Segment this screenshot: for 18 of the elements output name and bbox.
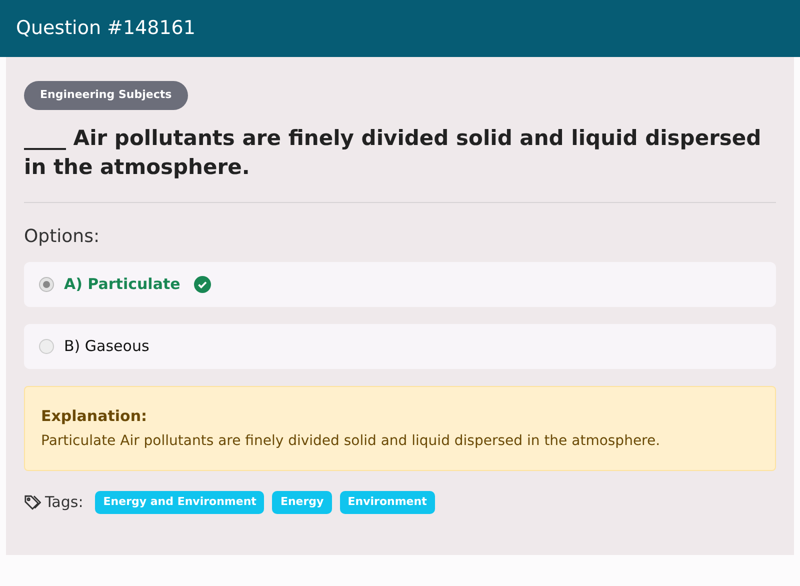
tag-link[interactable]: Energy and Environment <box>95 491 264 514</box>
radio-button[interactable] <box>39 276 54 292</box>
question-text: ____ Air pollutants are finely divided solid and liquid dispersed in the atmosphere. <box>24 124 762 180</box>
option-row[interactable]: B) Gaseous <box>24 324 776 368</box>
explanation-text: Particulate Air pollutants are finely divided solid and liquid dispersed in the atmosphere. <box>41 432 662 451</box>
tag-link[interactable]: Energy <box>272 491 332 514</box>
check-circle-icon <box>194 276 212 292</box>
explanation-title: Explanation: <box>41 406 148 426</box>
tag-link[interactable]: Environment <box>340 491 435 514</box>
category-badge: Engineering Subjects <box>24 81 188 110</box>
option-label: A) Particulate <box>64 274 180 295</box>
option-row[interactable]: A) Particulate <box>24 262 776 306</box>
radio-button[interactable] <box>39 338 54 354</box>
page-title: Question #148161 <box>16 16 196 42</box>
options-label: Options: <box>24 224 101 248</box>
tag-icon <box>24 494 41 511</box>
tags-label: Tags: <box>45 492 84 513</box>
option-label: B) Gaseous <box>64 336 150 357</box>
